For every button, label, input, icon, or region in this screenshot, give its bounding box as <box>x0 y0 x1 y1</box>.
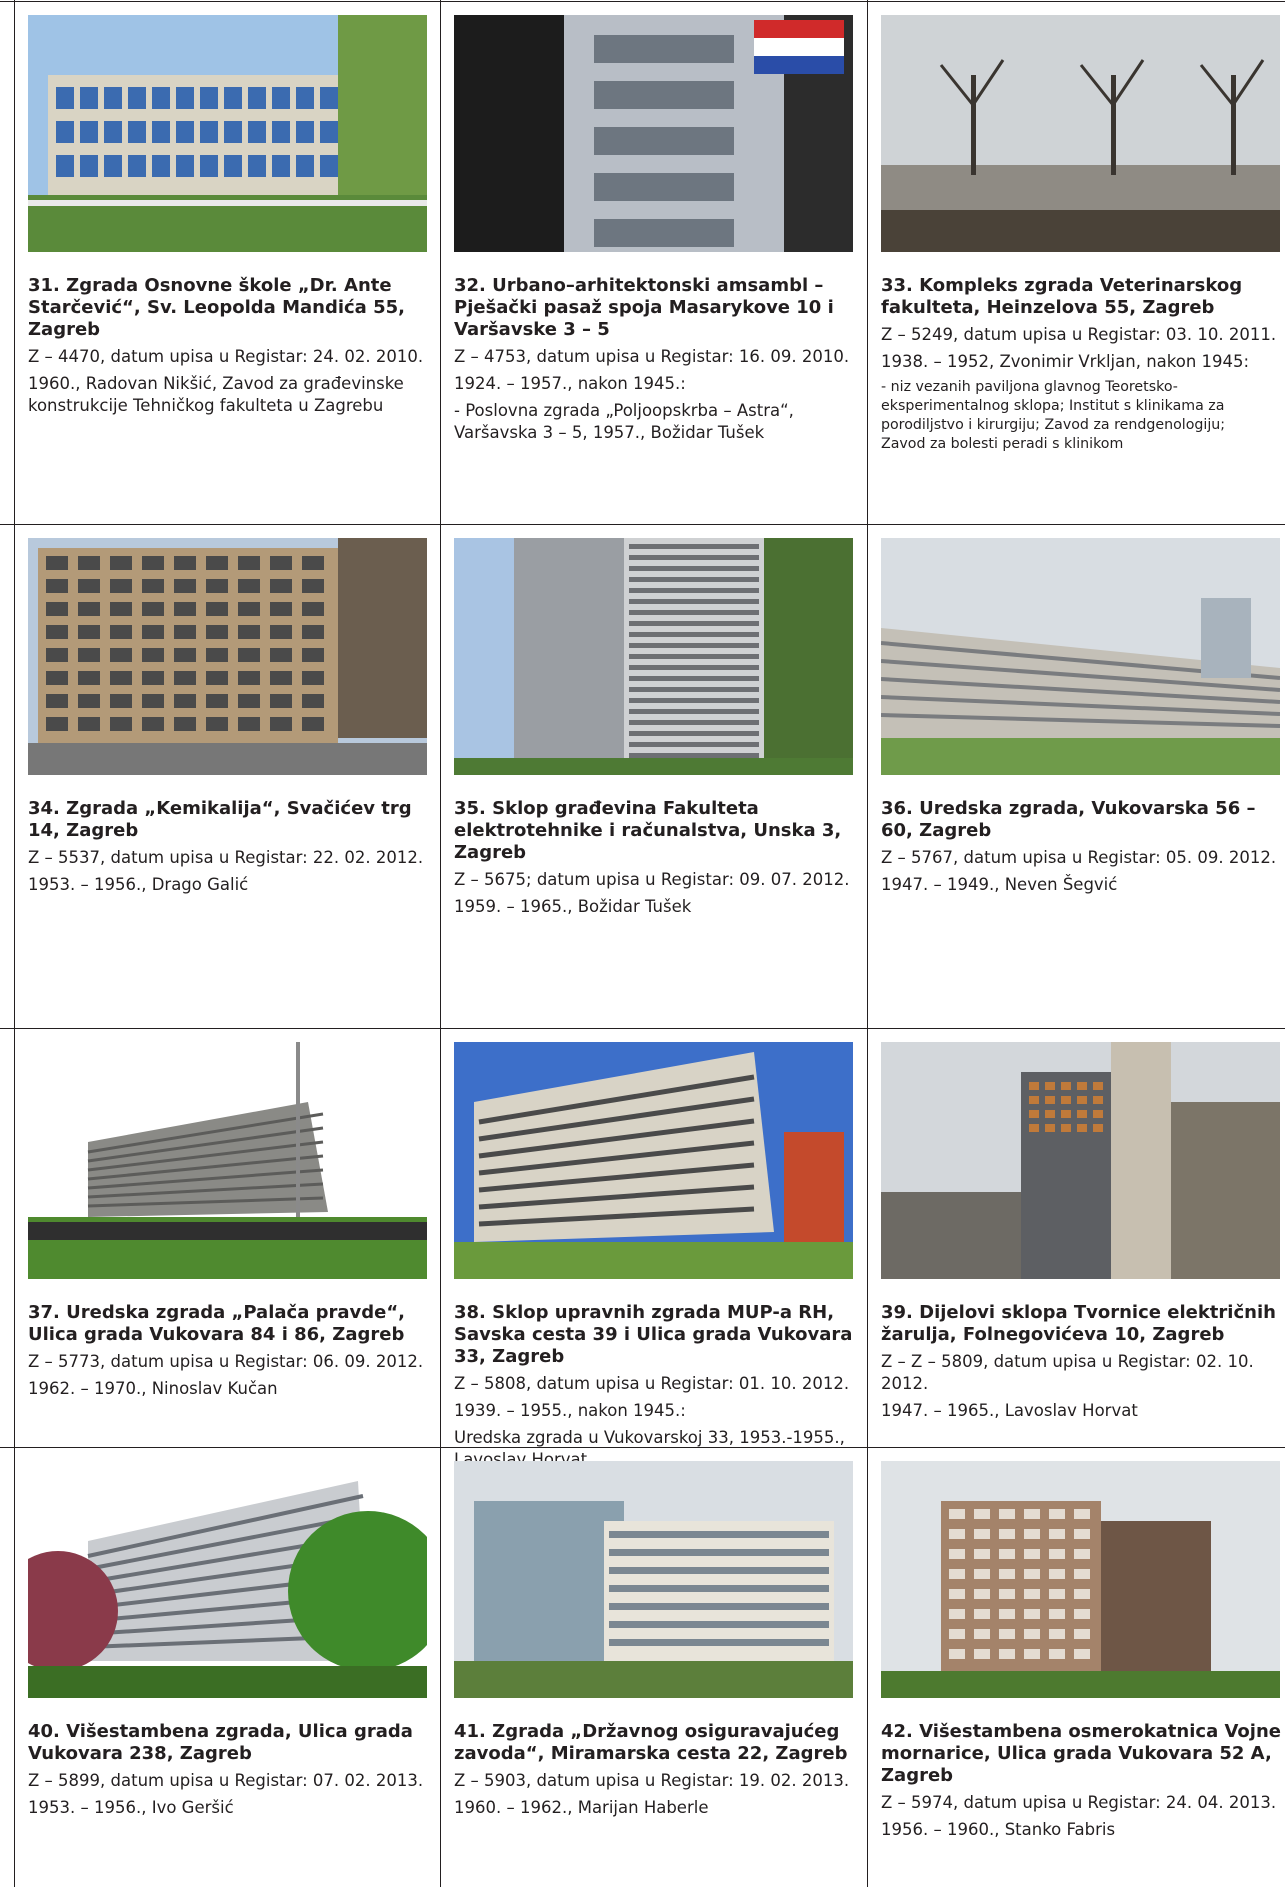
entry-text: 33. Kompleks zgrada Veterinarskog fakult… <box>881 275 1285 459</box>
entry-text: 39. Dijelovi sklopa Tvornice električnih… <box>881 1302 1285 1427</box>
grid-vertical-rule <box>14 0 15 1887</box>
registry-number: Z – 4470, datum upisa u Registar: 24. 02… <box>28 347 424 366</box>
entry-photo <box>881 538 1280 775</box>
registry-number: Z – Z – 5809, datum upisa u Registar: 02… <box>881 1352 1254 1393</box>
entry-detail: 1938. – 1952, Zvonimir Vrkljan, nakon 19… <box>881 352 1250 371</box>
registry-number: Z – 5249, datum upisa u Registar: 03. 10… <box>881 325 1277 344</box>
entry-text: 42. Višestambena osmerokatnica Vojne mor… <box>881 1721 1285 1846</box>
building-photo-slab-greenery <box>28 1461 427 1698</box>
grid-horizontal-rule <box>0 1028 1285 1029</box>
registry-number: Z – 5974, datum upisa u Registar: 24. 04… <box>881 1793 1277 1812</box>
entry-photo <box>454 1461 853 1698</box>
entry-text: 41. Zgrada „Državnog osiguravajućeg zavo… <box>454 1721 864 1824</box>
entry-text: 35. Sklop građevina Fakulteta elektroteh… <box>454 798 864 923</box>
building-photo-facade-flag <box>454 15 853 252</box>
entry-title: 42. Višestambena osmerokatnica Vojne mor… <box>881 1721 1281 1786</box>
catalog-grid: 31. Zgrada Osnovne škole „Dr. Ante Starč… <box>0 0 1285 1887</box>
entry-title: 41. Zgrada „Državnog osiguravajućeg zavo… <box>454 1721 848 1764</box>
entry-detail: 1953. – 1956., Drago Galić <box>28 875 249 894</box>
entry-photo <box>28 15 427 252</box>
entry-detail: 1939. – 1955., nakon 1945.: <box>454 1401 686 1420</box>
entry-photo <box>28 1461 427 1698</box>
building-photo-residential-8floor <box>881 1461 1280 1698</box>
building-photo-tall-slab <box>454 538 853 775</box>
entry-detail: 1960., Radovan Nikšić, Zavod za građevin… <box>28 374 404 415</box>
entry-photo <box>28 538 427 775</box>
registry-number: Z – 5767, datum upisa u Registar: 05. 09… <box>881 848 1277 867</box>
entry-detail: - Poslovna zgrada „Poljoopskrba – Astra“… <box>454 401 794 442</box>
entry-title: 32. Urbano–arhitektonski amsambl – Pješa… <box>454 275 834 340</box>
entry-detail: 1956. – 1960., Stanko Fabris <box>881 1820 1116 1839</box>
entry-photo <box>881 1461 1280 1698</box>
entry-title: 33. Kompleks zgrada Veterinarskog fakult… <box>881 275 1243 318</box>
grid-vertical-rule <box>440 0 441 1887</box>
entry-photo <box>881 15 1280 252</box>
registry-number: Z – 5903, datum upisa u Registar: 19. 02… <box>454 1771 850 1790</box>
entry-title: 40. Višestambena zgrada, Ulica grada Vuk… <box>28 1721 413 1764</box>
building-photo-low-pavilions-trees <box>881 15 1280 252</box>
entry-photo <box>454 1042 853 1279</box>
registry-number: Z – 5675; datum upisa u Registar: 09. 07… <box>454 870 850 889</box>
entry-text: 38. Sklop upravnih zgrada MUP-a RH, Savs… <box>454 1302 864 1476</box>
registry-number: Z – 4753, datum upisa u Registar: 16. 09… <box>454 347 850 366</box>
entry-detail: - niz vezanih paviljona glavnog Teoretsk… <box>881 379 1226 452</box>
registry-number: Z – 5537, datum upisa u Registar: 22. 02… <box>28 848 424 867</box>
entry-title: 38. Sklop upravnih zgrada MUP-a RH, Savs… <box>454 1302 853 1367</box>
entry-title: 31. Zgrada Osnovne škole „Dr. Ante Starč… <box>28 275 405 340</box>
entry-photo <box>454 15 853 252</box>
entry-text: 34. Zgrada „Kemikalija“, Svačićev trg 14… <box>28 798 438 901</box>
entry-photo <box>881 1042 1280 1279</box>
registry-number: Z – 5808, datum upisa u Registar: 01. 10… <box>454 1374 850 1393</box>
entry-detail: 1953. – 1956., Ivo Geršić <box>28 1798 234 1817</box>
entry-text: 36. Uredska zgrada, Vukovarska 56 – 60, … <box>881 798 1285 901</box>
building-photo-corner-block <box>28 538 427 775</box>
entry-detail: 1960. – 1962., Marijan Haberle <box>454 1798 709 1817</box>
registry-number: Z – 5773, datum upisa u Registar: 06. 09… <box>28 1352 424 1371</box>
entry-text: 32. Urbano–arhitektonski amsambl – Pješa… <box>454 275 864 449</box>
entry-detail: 1962. – 1970., Ninoslav Kučan <box>28 1379 278 1398</box>
entry-detail: 1947. – 1965., Lavoslav Horvat <box>881 1401 1138 1420</box>
entry-title: 36. Uredska zgrada, Vukovarska 56 – 60, … <box>881 798 1256 841</box>
entry-title: 35. Sklop građevina Fakulteta elektroteh… <box>454 798 842 863</box>
entry-detail: 1947. – 1949., Neven Šegvić <box>881 875 1118 894</box>
entry-text: 37. Uredska zgrada „Palača pravde“, Ulic… <box>28 1302 438 1405</box>
entry-photo <box>454 538 853 775</box>
building-photo-office-pair <box>454 1461 853 1698</box>
grid-vertical-rule <box>867 0 868 1887</box>
entry-title: 37. Uredska zgrada „Palača pravde“, Ulic… <box>28 1302 406 1345</box>
entry-text: 31. Zgrada Osnovne škole „Dr. Ante Starč… <box>28 275 438 422</box>
entry-detail: 1959. – 1965., Božidar Tušek <box>454 897 692 916</box>
entry-detail: 1924. – 1957., nakon 1945.: <box>454 374 686 393</box>
building-photo-ministry <box>454 1042 853 1279</box>
building-photo-courthouse <box>28 1042 427 1279</box>
registry-number: Z – 5899, datum upisa u Registar: 07. 02… <box>28 1771 424 1790</box>
entry-photo <box>28 1042 427 1279</box>
grid-horizontal-rule <box>0 524 1285 525</box>
building-photo-long-office <box>881 538 1280 775</box>
building-photo-tower-trees <box>881 1042 1280 1279</box>
entry-text: 40. Višestambena zgrada, Ulica grada Vuk… <box>28 1721 438 1824</box>
entry-title: 39. Dijelovi sklopa Tvornice električnih… <box>881 1302 1276 1345</box>
grid-horizontal-rule <box>0 1 1285 2</box>
entry-title: 34. Zgrada „Kemikalija“, Svačićev trg 14… <box>28 798 412 841</box>
building-photo-school-building <box>28 15 427 252</box>
